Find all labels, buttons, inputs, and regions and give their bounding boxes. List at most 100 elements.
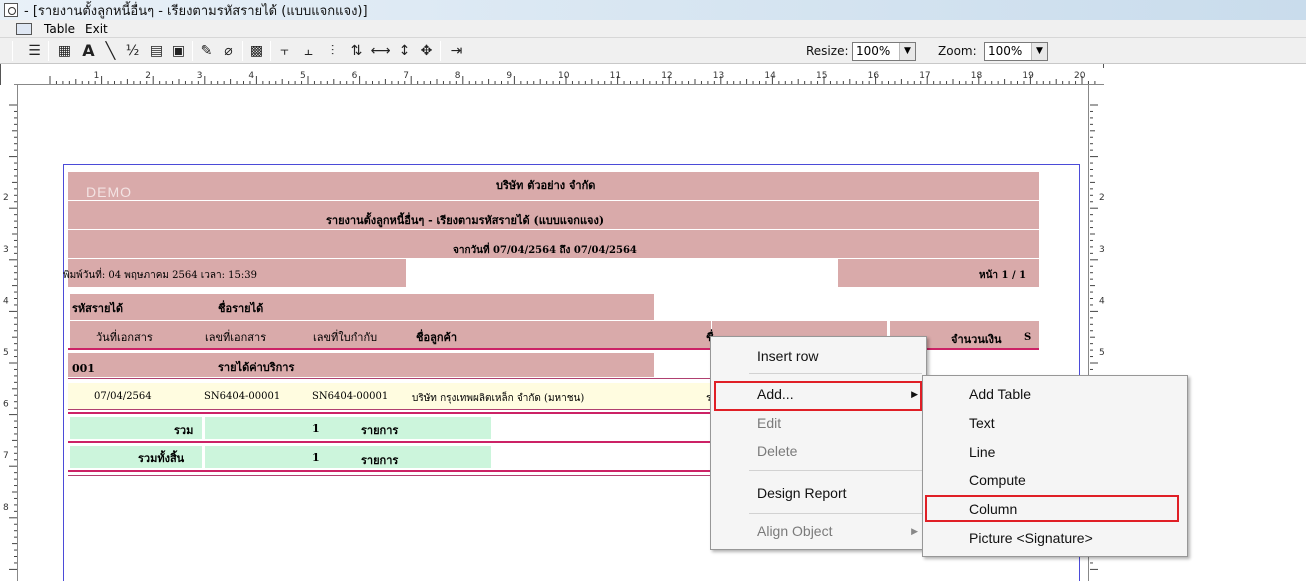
menu-design-report[interactable]: Design Report [711, 479, 926, 507]
demo-watermark: DEMO [86, 184, 132, 200]
add-highlight-box [714, 381, 922, 411]
toolbar-separator [440, 41, 441, 61]
design-icon[interactable]: ▩ [248, 43, 265, 59]
submenu-compute[interactable]: Compute [923, 466, 1187, 494]
ruler-number: 1 [94, 71, 100, 81]
title-bar: - [รายงานตั้งลูกหนี้อื่นๆ - เรียงตามรหัส… [0, 0, 1306, 20]
line-icon[interactable]: ╲ [102, 43, 119, 59]
menu-table[interactable]: Table [40, 22, 79, 36]
same-size-icon[interactable]: ✥ [418, 43, 435, 59]
ruler-number: 19 [1022, 71, 1034, 81]
align-center-icon[interactable]: ⫶ [324, 43, 341, 59]
ruler-number: 4 [1099, 296, 1105, 306]
ruler-number: 3 [3, 245, 9, 255]
header-revenue-name[interactable]: ชื่อรายได้ [218, 299, 263, 317]
submenu-arrow-icon: ▶ [911, 526, 918, 536]
zoom-select[interactable]: 100% ▼ [984, 42, 1048, 61]
menu-align-object[interactable]: Align Object ▶ [711, 517, 926, 545]
subtotal-unit[interactable]: รายการ [361, 421, 398, 439]
zoom-value: 100% [988, 44, 1023, 58]
ruler-number: 16 [868, 71, 880, 81]
menu-separator [749, 470, 922, 471]
resize-label: Resize: [806, 44, 849, 58]
context-menu: Insert row Add... ▶ Edit Delete Design R… [710, 336, 927, 550]
same-height-icon[interactable]: ↕ [396, 43, 413, 59]
document-window-icon[interactable] [16, 22, 32, 35]
header-s[interactable]: S [1024, 332, 1031, 343]
table-icon[interactable]: ▦ [56, 43, 73, 59]
horizontal-ruler[interactable]: 1 2 3 4 5 6 7 8 9 10 11 12 13 14 15 16 17 18 19 20 [14, 68, 1104, 85]
ruler-number: 15 [816, 71, 827, 81]
grandtotal-unit[interactable]: รายการ [361, 451, 398, 469]
subtotal-count-cell[interactable] [205, 417, 491, 439]
toolbar-separator [242, 41, 243, 61]
chevron-down-icon[interactable]: ▼ [899, 43, 915, 60]
text-icon[interactable]: A [80, 43, 97, 59]
ruler-number: 18 [971, 71, 983, 81]
menu-delete[interactable]: Delete [711, 437, 926, 465]
group-code[interactable]: 001 [72, 362, 95, 375]
grandtotal-label[interactable]: รวมทั้งสิ้น [138, 449, 184, 467]
ruler-number: 5 [3, 348, 9, 358]
company-name[interactable]: บริษัท ตัวอย่าง จำกัด [496, 176, 595, 194]
eraser-icon[interactable]: ⌀ [220, 43, 237, 59]
header-amount[interactable]: จำนวนเงิน [951, 330, 1002, 348]
submenu-add-table[interactable]: Add Table [923, 380, 1187, 408]
header-doc-date[interactable]: วันที่เอกสาร [96, 328, 153, 346]
menu-edit[interactable]: Edit [711, 409, 926, 437]
exit-icon[interactable]: ⇥ [448, 43, 465, 59]
vertical-ruler-left[interactable]: 2 3 4 5 6 7 8 [0, 85, 18, 581]
subtotal-count[interactable]: 1 [312, 422, 320, 435]
submenu-picture-signature[interactable]: Picture <Signature> [923, 524, 1187, 552]
subtotal-label[interactable]: รวม [174, 421, 193, 439]
column-icon[interactable]: ▤ [148, 43, 165, 59]
detail-customer[interactable]: บริษัท กรุงเทพผลิตเหล็ก จำกัด (มหาชน) [412, 391, 584, 406]
ruler-number: 7 [3, 451, 9, 461]
add-submenu: Add Table Text Line Compute Column Pictu… [922, 375, 1188, 557]
ruler-number: 7 [403, 71, 409, 81]
ruler-number: 5 [300, 71, 306, 81]
page-info[interactable]: หน้า 1 / 1 [979, 268, 1026, 283]
menu-exit[interactable]: Exit [81, 22, 112, 36]
space-vertical-icon[interactable]: ⇅ [348, 43, 365, 59]
ruler-number: 14 [764, 71, 776, 81]
submenu-text[interactable]: Text [923, 409, 1187, 437]
compute-icon[interactable]: ½ [124, 43, 141, 59]
detail-date[interactable]: 07/04/2564 [94, 391, 152, 402]
grandtotal-count-cell[interactable] [205, 446, 491, 468]
align-bottom-icon[interactable]: ⫠ [300, 43, 317, 59]
ruler-number: 4 [248, 71, 254, 81]
print-info[interactable]: พิมพ์วันที่: 04 พฤษภาคม 2564 เวลา: 15:39 [63, 268, 257, 283]
group-band[interactable] [68, 353, 654, 377]
group-name[interactable]: รายได้ค่าบริการ [218, 358, 294, 376]
column-header-band-2[interactable] [70, 321, 711, 349]
header-customer[interactable]: ชื่อลูกค้า [416, 328, 457, 346]
menu-align-object-label: Align Object [757, 523, 833, 539]
ruler-number: 8 [455, 71, 461, 81]
ruler-ticks: 2 3 4 5 6 7 8 [3, 104, 17, 570]
align-top-icon[interactable]: ⫟ [276, 43, 293, 59]
ruler-number: 3 [197, 71, 203, 81]
report-preview-icon [4, 3, 18, 17]
header-doc-no[interactable]: เลขที่เอกสาร [205, 328, 266, 346]
ruler-number: 12 [661, 71, 672, 81]
header-ref-no[interactable]: เลขที่ใบกำกับ [313, 328, 377, 346]
report-title[interactable]: รายงานตั้งลูกหนี้อื่นๆ - เรียงตามรหัสราย… [326, 211, 604, 229]
same-width-icon[interactable]: ⟷ [370, 43, 390, 59]
align-left-icon[interactable]: ☰ [26, 43, 43, 59]
picture-icon[interactable]: ▣ [170, 43, 187, 59]
detail-doc-no[interactable]: SN6404-00001 [204, 391, 280, 402]
properties-icon[interactable]: ✎ [198, 43, 215, 59]
resize-select[interactable]: 100% ▼ [852, 42, 916, 61]
menu-insert-row[interactable]: Insert row [711, 342, 926, 370]
submenu-line[interactable]: Line [923, 438, 1187, 466]
ruler-number: 20 [1074, 71, 1086, 81]
ruler-number: 10 [558, 71, 570, 81]
chevron-down-icon[interactable]: ▼ [1031, 43, 1047, 60]
grandtotal-count[interactable]: 1 [312, 451, 320, 464]
header-revenue-code[interactable]: รหัสรายได้ [72, 299, 123, 317]
column-header-band-1[interactable] [70, 294, 654, 320]
detail-ref-no[interactable]: SN6404-00001 [312, 391, 388, 402]
date-range[interactable]: จากวันที่ 07/04/2564 ถึง 07/04/2564 [453, 243, 637, 258]
ruler-number: 8 [3, 503, 9, 513]
